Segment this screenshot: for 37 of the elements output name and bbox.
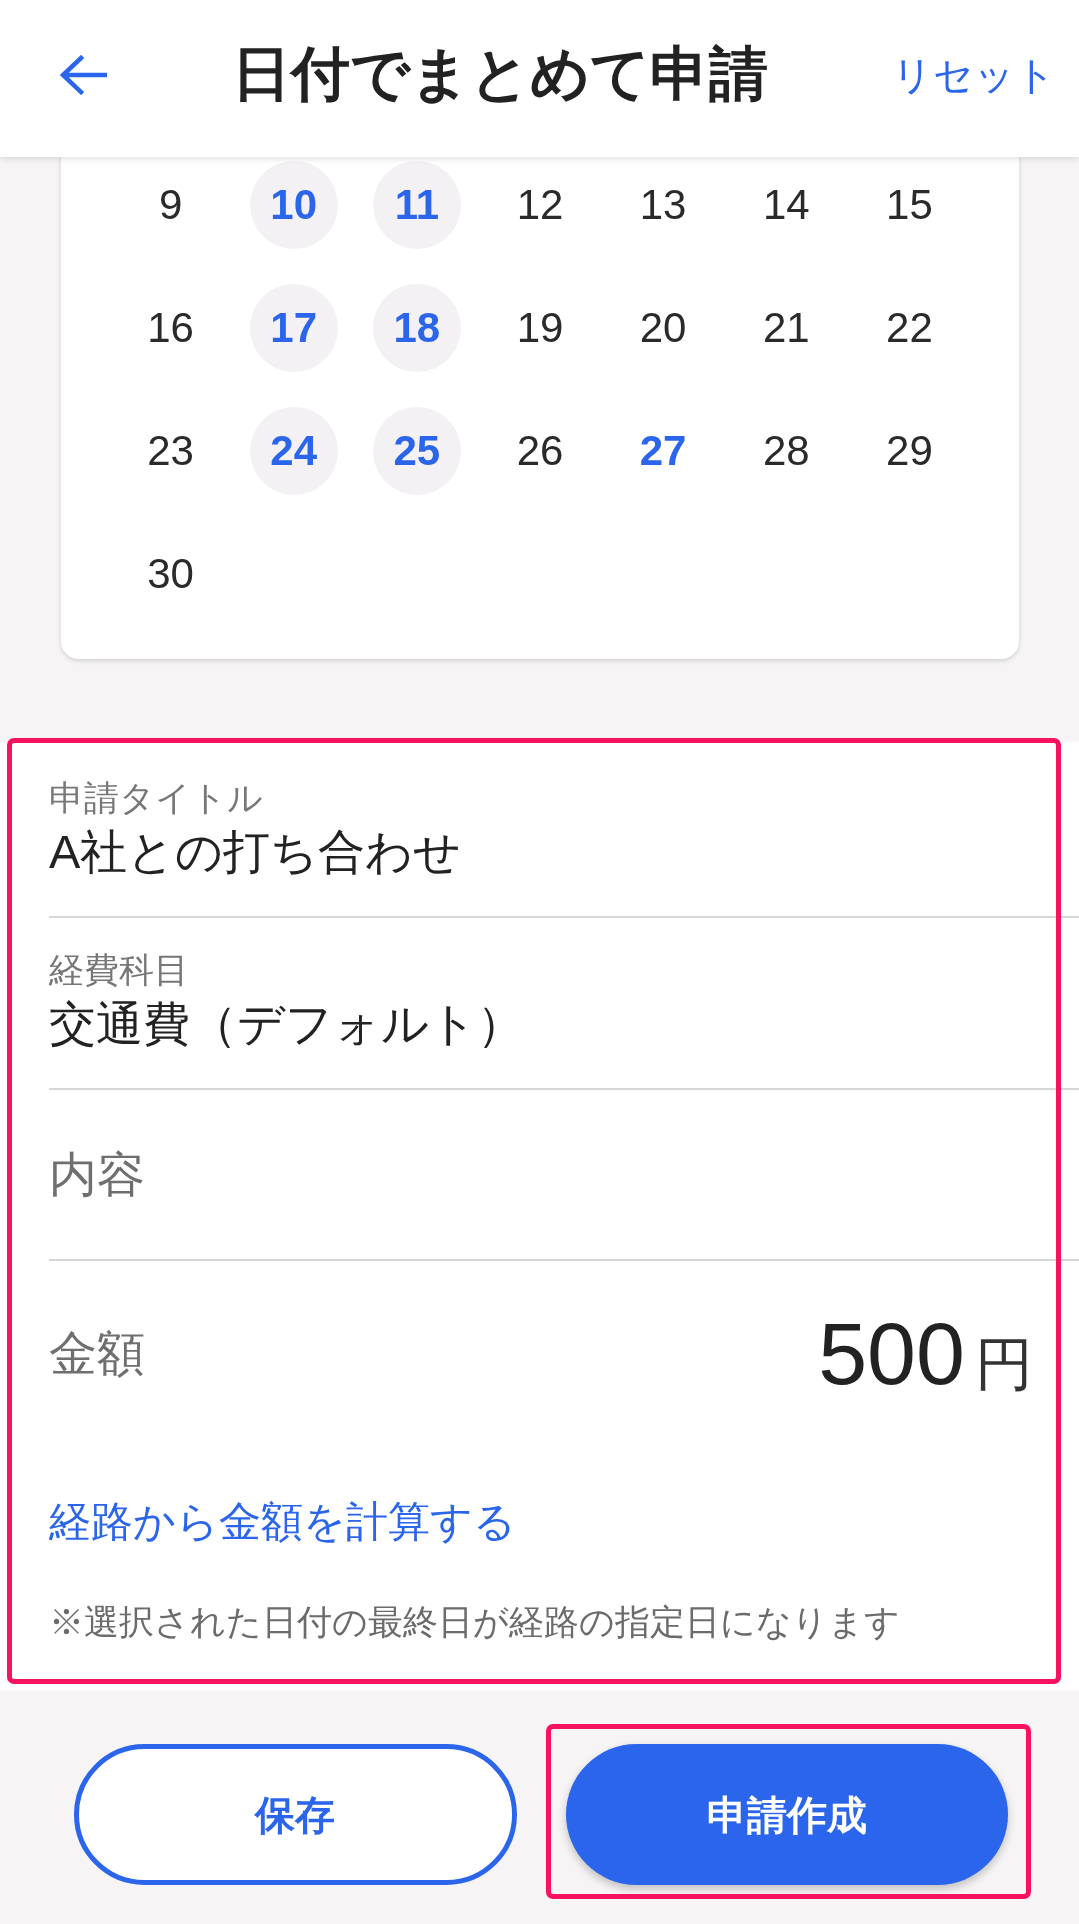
calendar-day[interactable]: 21 [742,283,831,372]
reset-link[interactable]: リセット [892,50,1056,99]
route-calc-link[interactable]: 経路から金額を計算する [49,1496,516,1548]
calendar-day[interactable]: 15 [865,160,954,249]
calendar-day[interactable]: 9 [126,160,215,249]
text-field[interactable]: 交通費（デフォルト） [49,997,949,1050]
calendar-day[interactable]: 11 [372,160,461,249]
calendar-day[interactable]: 10 [249,160,338,249]
save-button[interactable]: 保存 [74,1744,517,1885]
calendar-day[interactable]: 24 [249,406,338,495]
calendar-day[interactable]: 14 [742,160,831,249]
text-field[interactable]: A社との打ち合わせ [49,825,949,878]
calendar-day[interactable]: 19 [496,283,584,372]
field-label: 金額 [49,1326,145,1383]
calendar-day[interactable]: 29 [865,406,954,495]
calendar-day[interactable]: 12 [496,160,584,249]
submit-button[interactable]: 申請作成 [565,1744,1008,1885]
field-label: 申請タイトル [49,778,264,817]
amount-field[interactable]: 500 [811,1307,965,1401]
calendar-day[interactable]: 23 [126,406,215,495]
calendar-day[interactable]: 25 [372,406,461,495]
calendar-day[interactable]: 27 [619,406,708,495]
calendar-day[interactable]: 17 [249,283,338,372]
screen-title: 日付でまとめて申請 [231,41,768,108]
field-label: 経費科目 [49,950,190,989]
calendar-day[interactable]: 18 [372,283,461,372]
arrow-left-icon[interactable] [59,54,107,95]
currency-unit: 円 [975,1335,1033,1393]
calendar-day[interactable]: 26 [496,406,584,495]
calendar-day[interactable]: 13 [619,160,708,249]
calendar-day[interactable]: 30 [126,529,215,618]
text-field[interactable]: 内容 [49,1148,949,1201]
calendar-day[interactable]: 16 [126,283,215,372]
calendar-day[interactable]: 22 [865,283,954,372]
calendar-day[interactable]: 28 [742,406,831,495]
calendar-day[interactable]: 20 [619,283,708,372]
note-text: ※選択された日付の最終日が経路の指定日になります [49,1601,901,1643]
